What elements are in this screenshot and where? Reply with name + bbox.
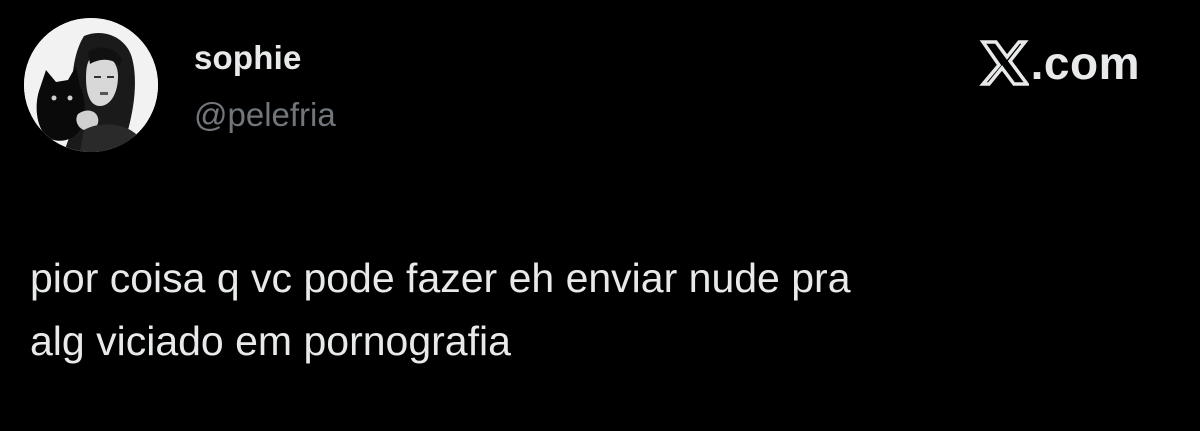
tweet-text-line: pior coisa q vc pode fazer eh enviar nud…: [30, 255, 851, 301]
brand-watermark: .com: [978, 37, 1140, 89]
brand-domain-text: .com: [1030, 37, 1140, 89]
avatar-photo-icon: [24, 18, 158, 152]
x-logo-icon: [978, 40, 1029, 86]
tweet-card: sophie @pelefria .com pior coisa q vc po…: [0, 0, 1200, 431]
user-handle[interactable]: @pelefria: [194, 95, 336, 135]
tweet-text-line: alg viciado em pornografia: [30, 318, 511, 364]
tweet-header: sophie @pelefria .com: [24, 18, 1174, 158]
display-name[interactable]: sophie: [194, 38, 336, 78]
avatar[interactable]: [24, 18, 158, 152]
tweet-text: pior coisa q vc pode fazer eh enviar nud…: [30, 247, 1150, 373]
user-meta: sophie @pelefria: [194, 38, 336, 135]
